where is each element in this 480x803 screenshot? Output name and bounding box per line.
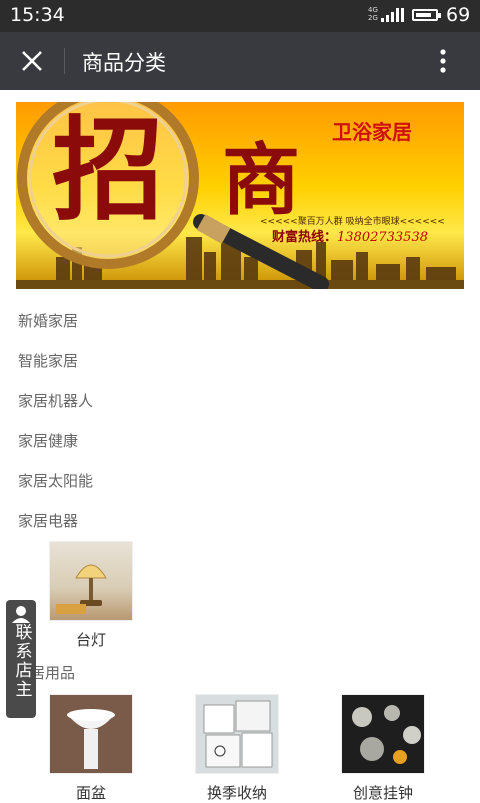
lamp-image (49, 541, 133, 621)
header-divider (64, 48, 65, 74)
product-tile-storage[interactable]: 换季收纳 (195, 694, 279, 803)
battery-icon (412, 9, 441, 21)
user-icon (12, 606, 30, 623)
category-item[interactable]: 家居太阳能 (18, 463, 458, 503)
category-item[interactable]: 家居机器人 (18, 383, 458, 423)
category-item[interactable]: 新婚家居 (18, 303, 458, 343)
product-label: 台灯 (75, 631, 106, 649)
promo-banner[interactable]: 招 商 卫浴家居 <<<<<聚百万人群 吸纳全市眼球<<<<<< 财富热线：13… (16, 102, 464, 289)
product-tile-clock[interactable]: 创意挂钟 (341, 694, 425, 803)
battery-level: 69 (446, 4, 471, 26)
banner-brand: 卫浴家居 (332, 120, 412, 144)
page-title: 商品分类 (82, 51, 166, 75)
clock-image (341, 694, 425, 774)
top-bar: 商品分类 (0, 32, 480, 90)
product-tile-basin[interactable]: 面盆 (49, 694, 133, 803)
category-list: 新婚家居 智能家居 家居机器人 家居健康 家居太阳能 家居电器 (18, 303, 458, 543)
section-title-daily[interactable]: 居用品 (30, 662, 75, 683)
banner-char-shang: 商 (222, 135, 301, 226)
status-bar: 15:34 4G 2G 69 (0, 0, 480, 32)
contact-seller-label: 联系店主 (11, 623, 32, 699)
network-type-icon: 4G 2G (368, 6, 378, 22)
category-item[interactable]: 家居健康 (18, 423, 458, 463)
banner-char-zhao: 招 (52, 105, 164, 236)
category-item[interactable]: 家居电器 (18, 503, 458, 543)
close-icon[interactable] (16, 45, 48, 77)
more-options-icon[interactable] (428, 45, 458, 77)
banner-hotline-number: 13802733538 (337, 230, 428, 245)
contact-seller-button[interactable]: 联系店主 (6, 600, 36, 718)
signal-icon (381, 8, 404, 22)
banner-hotline: 财富热线：13802733538 (272, 226, 428, 245)
banner-hotline-label: 财富热线： (272, 230, 338, 245)
basin-image (49, 694, 133, 774)
status-time: 15:34 (10, 4, 65, 26)
storage-image (195, 694, 279, 774)
category-item[interactable]: 智能家居 (18, 343, 458, 383)
product-tile-lamp[interactable]: 台灯 (49, 541, 133, 650)
